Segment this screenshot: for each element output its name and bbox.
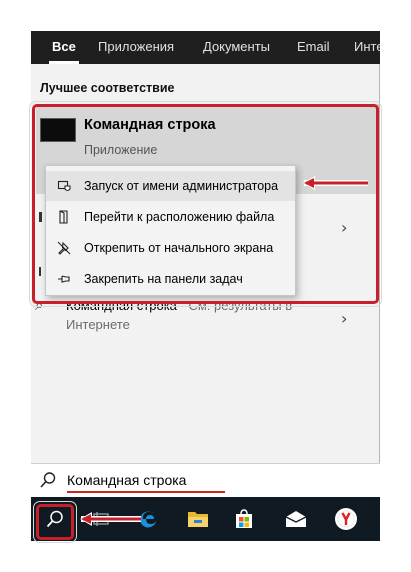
tab-internet[interactable]: Инте bbox=[354, 31, 380, 64]
best-match-highlight-frame bbox=[29, 101, 382, 307]
chevron-right-icon[interactable]: › bbox=[341, 309, 347, 328]
arrow-left-annotation bbox=[80, 512, 141, 526]
store-icon[interactable] bbox=[230, 505, 258, 533]
search-input[interactable]: Командная строка bbox=[67, 472, 186, 488]
tab-email[interactable]: Email bbox=[297, 31, 330, 64]
file-explorer-icon[interactable] bbox=[184, 505, 212, 533]
search-button-highlight-frame bbox=[33, 501, 77, 543]
tab-all[interactable]: Все bbox=[49, 31, 79, 64]
search-box[interactable]: Командная строка bbox=[31, 463, 380, 497]
tab-documents[interactable]: Документы bbox=[203, 31, 270, 64]
best-match-heading: Лучшее соответствие bbox=[40, 81, 175, 95]
search-text-underline-annotation bbox=[67, 491, 225, 493]
yandex-browser-icon[interactable] bbox=[332, 505, 360, 533]
tab-apps[interactable]: Приложения bbox=[98, 31, 174, 64]
arrow-left-annotation bbox=[303, 176, 368, 190]
tab-bar: Все Приложения Документы Email Инте bbox=[31, 31, 380, 64]
mail-icon[interactable] bbox=[282, 505, 310, 533]
search-icon bbox=[39, 471, 57, 494]
